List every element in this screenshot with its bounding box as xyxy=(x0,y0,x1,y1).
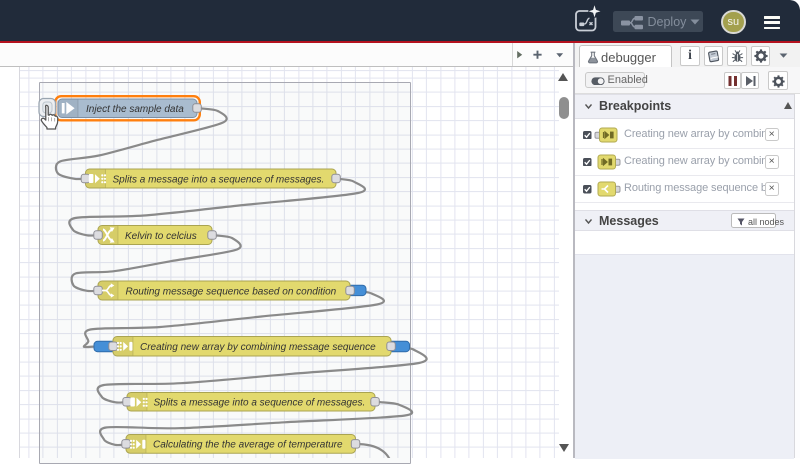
svg-text:Inject the sample data: Inject the sample data xyxy=(86,104,184,115)
svg-text:Routing message sequence based: Routing message sequence based on condit… xyxy=(126,286,337,297)
svg-text:Kelvin to celcius: Kelvin to celcius xyxy=(125,231,197,242)
svg-text:Splits a message into a sequen: Splits a message into a sequence of mess… xyxy=(154,398,366,409)
svg-text:Creating new array by combinin: Creating new array by combining message … xyxy=(140,342,376,353)
svg-text:Splits a message into a sequen: Splits a message into a sequence of mess… xyxy=(113,174,325,185)
svg-text:Calculating the the average of: Calculating the the average of temperatu… xyxy=(153,440,343,451)
